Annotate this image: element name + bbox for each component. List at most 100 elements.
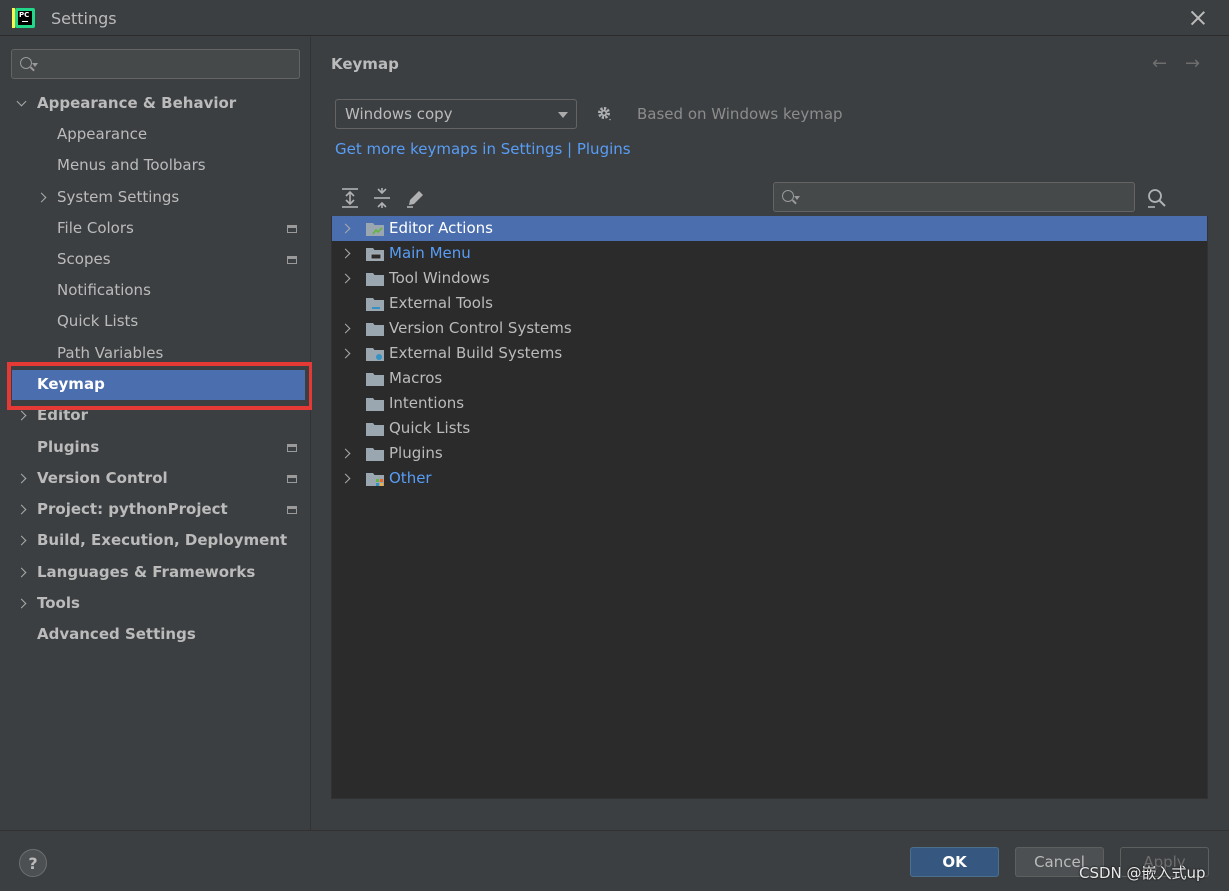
- chevron-right-icon[interactable]: [16, 598, 27, 609]
- keymap-tree-row[interactable]: Quick Lists: [332, 416, 1207, 441]
- back-arrow-icon[interactable]: ←: [1152, 55, 1167, 73]
- sidebar-item-label: Quick Lists: [57, 312, 139, 330]
- sidebar-item-label: Scopes: [57, 250, 111, 268]
- keymap-tree-row[interactable]: External Build Systems: [332, 341, 1207, 366]
- keymap-tree-row[interactable]: External Tools: [332, 291, 1207, 316]
- close-icon[interactable]: [1188, 8, 1208, 28]
- sidebar-item[interactable]: Project: pythonProject: [0, 495, 311, 525]
- forward-arrow-icon[interactable]: →: [1185, 55, 1200, 73]
- folder-icon: [366, 422, 384, 436]
- sidebar-item-label: Path Variables: [57, 344, 164, 362]
- ok-button[interactable]: OK: [910, 847, 999, 877]
- sidebar-item[interactable]: File Colors: [0, 214, 311, 244]
- chevron-right-icon[interactable]: [36, 192, 47, 203]
- sidebar-item[interactable]: Advanced Settings: [0, 620, 311, 650]
- sidebar-item-label: Editor: [37, 406, 88, 424]
- sidebar-item[interactable]: Editor: [0, 401, 311, 431]
- keymap-tree-row[interactable]: Other: [332, 466, 1207, 491]
- keymap-tree-label: Editor Actions: [389, 219, 493, 237]
- keymap-tree-row[interactable]: Version Control Systems: [332, 316, 1207, 341]
- chevron-right-icon[interactable]: [340, 273, 351, 284]
- keymap-tree-label: Main Menu: [389, 244, 471, 262]
- folder-icon: [366, 397, 384, 411]
- expand-all-icon[interactable]: [340, 187, 360, 209]
- project-level-icon: [287, 444, 297, 452]
- keymap-tree-label: Tool Windows: [389, 269, 490, 287]
- project-level-icon: [287, 256, 297, 264]
- build-systems-folder-icon: [366, 347, 384, 361]
- search-icon: [20, 57, 32, 69]
- pycharm-app-icon: PC: [12, 8, 35, 28]
- shortcut-search-input[interactable]: [773, 182, 1135, 212]
- search-dropdown-caret-icon: [794, 196, 800, 200]
- sidebar-item-label: Project: pythonProject: [37, 500, 228, 518]
- edit-shortcut-icon[interactable]: [405, 187, 425, 209]
- sidebar-item[interactable]: Plugins: [0, 433, 311, 463]
- chevron-right-icon[interactable]: [340, 448, 351, 459]
- sidebar-item-label: System Settings: [57, 188, 180, 206]
- sidebar-item[interactable]: Scopes: [0, 245, 311, 275]
- sidebar-item[interactable]: Appearance: [0, 120, 311, 150]
- keymap-tree-label: Version Control Systems: [389, 319, 572, 337]
- sidebar-item-label: Appearance & Behavior: [37, 94, 237, 112]
- sidebar-item-label: Appearance: [57, 125, 148, 143]
- based-on-label: Based on Windows keymap: [637, 105, 843, 123]
- chevron-right-icon[interactable]: [16, 473, 27, 484]
- get-more-keymaps-link[interactable]: Get more keymaps in Settings | Plugins: [335, 140, 631, 158]
- chevron-right-icon[interactable]: [16, 410, 27, 421]
- chevron-right-icon[interactable]: [16, 504, 27, 515]
- keymap-tree-label: Plugins: [389, 444, 443, 462]
- sidebar-item[interactable]: Tools: [0, 589, 311, 619]
- keymap-tree-row[interactable]: Editor Actions: [332, 216, 1207, 241]
- help-button[interactable]: ?: [19, 849, 47, 877]
- other-folder-icon: [366, 472, 384, 486]
- sidebar-item[interactable]: Version Control: [0, 464, 311, 494]
- title-bar: PC Settings: [0, 0, 1229, 36]
- sidebar-item[interactable]: System Settings: [0, 183, 311, 213]
- sidebar-item-label: Advanced Settings: [37, 625, 196, 643]
- keymap-actions-tree[interactable]: Editor Actions Main Menu Tool Windows Exter…: [331, 216, 1208, 799]
- gear-icon[interactable]: [597, 106, 613, 122]
- main-menu-folder-icon: [366, 247, 384, 261]
- chevron-down-icon[interactable]: [16, 96, 27, 107]
- folder-icon: [366, 372, 384, 386]
- chevron-right-icon[interactable]: [340, 223, 351, 234]
- chevron-right-icon[interactable]: [340, 323, 351, 334]
- chevron-right-icon[interactable]: [16, 535, 27, 546]
- keymap-tree-label: Intentions: [389, 394, 465, 412]
- sidebar-item-label: Menus and Toolbars: [57, 156, 206, 174]
- chevron-right-icon[interactable]: [16, 567, 27, 578]
- chevron-right-icon[interactable]: [340, 248, 351, 259]
- keymap-tree-label: Other: [389, 469, 432, 487]
- sidebar-item[interactable]: Appearance & Behavior: [0, 89, 311, 119]
- sidebar-item[interactable]: Path Variables: [0, 339, 311, 369]
- project-level-icon: [287, 506, 297, 514]
- project-level-icon: [287, 475, 297, 483]
- find-by-shortcut-icon[interactable]: [1146, 187, 1168, 209]
- sidebar-item[interactable]: Keymap: [12, 370, 305, 400]
- chevron-right-icon[interactable]: [340, 348, 351, 359]
- sidebar-item-label: Languages & Frameworks: [37, 563, 256, 581]
- keymap-tree-row[interactable]: Tool Windows: [332, 266, 1207, 291]
- sidebar-item[interactable]: Build, Execution, Deployment: [0, 526, 311, 556]
- sidebar-item-label: Version Control: [37, 469, 168, 487]
- keymap-tree-label: Macros: [389, 369, 443, 387]
- chevron-right-icon[interactable]: [340, 473, 351, 484]
- keymap-tree-row[interactable]: Main Menu: [332, 241, 1207, 266]
- sidebar-item[interactable]: Menus and Toolbars: [0, 151, 311, 181]
- folder-icon: [366, 447, 384, 461]
- keymap-panel: Keymap ← → Windows copy Based on Windows…: [312, 37, 1229, 830]
- sidebar-item[interactable]: Notifications: [0, 276, 311, 306]
- sidebar-item[interactable]: Quick Lists: [0, 307, 311, 337]
- keymap-tree-row[interactable]: Intentions: [332, 391, 1207, 416]
- sidebar-search-input[interactable]: [11, 49, 300, 79]
- folder-icon: [366, 322, 384, 336]
- collapse-all-icon[interactable]: [372, 187, 392, 209]
- keymap-tree-label: External Tools: [389, 294, 493, 312]
- sidebar-item[interactable]: Languages & Frameworks: [0, 558, 311, 588]
- editor-actions-folder-icon: [366, 222, 384, 236]
- keymap-tree-row[interactable]: Plugins: [332, 441, 1207, 466]
- page-title: Keymap: [331, 55, 399, 73]
- keymap-tree-row[interactable]: Macros: [332, 366, 1207, 391]
- keymap-select[interactable]: Windows copy: [335, 99, 577, 129]
